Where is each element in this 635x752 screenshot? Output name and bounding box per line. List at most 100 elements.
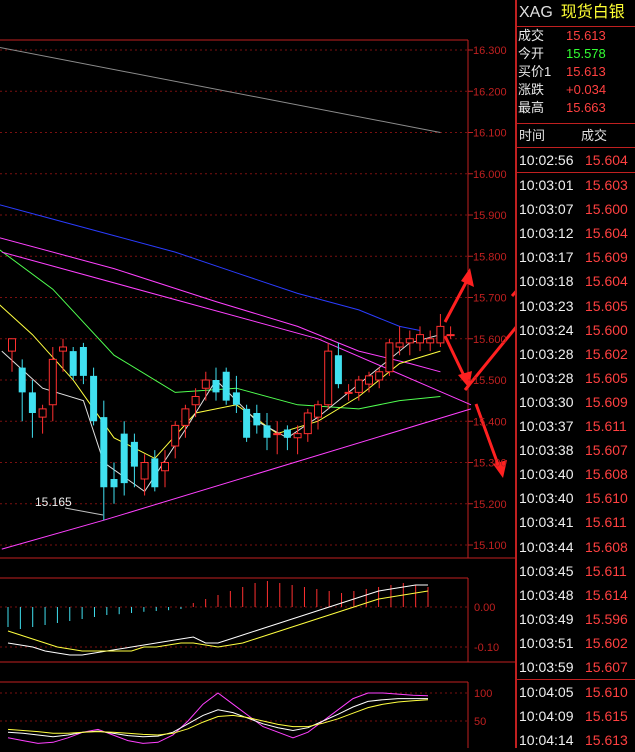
trades-list[interactable]: 10:02:56 15.604 10:03:01 15.603 10:03:07 15.6… [517, 148, 635, 752]
trade-price: 15.609 [585, 393, 628, 410]
kdj-tick-label: 100 [474, 688, 492, 700]
candle-body [314, 404, 322, 418]
quote-value: 15.613 [566, 28, 606, 43]
trade-row[interactable]: 10:03:40 15.608 [517, 462, 635, 486]
trade-row[interactable]: 10:03:45 15.611 [517, 559, 635, 583]
quote-value: 15.578 [566, 46, 606, 61]
trade-row[interactable]: 10:02:56 15.604 [517, 148, 635, 172]
candle-body [120, 433, 128, 484]
trade-time: 10:04:09 [519, 708, 574, 725]
trade-time: 10:03:23 [519, 297, 574, 314]
candle-body [48, 358, 57, 406]
trade-row[interactable]: 10:03:37 15.611 [517, 414, 635, 438]
trade-row[interactable]: 10:03:18 15.604 [517, 269, 635, 293]
trade-row[interactable]: 10:03:17 15.609 [517, 245, 635, 269]
y-tick-label: 15.100 [473, 540, 507, 552]
candle-body [446, 334, 455, 337]
candle-body [110, 479, 118, 488]
trade-row[interactable]: 10:03:38 15.607 [517, 438, 635, 462]
trade-row[interactable]: 10:03:49 15.596 [517, 607, 635, 631]
quote-value: 15.663 [566, 100, 606, 115]
trade-row[interactable]: 10:03:48 15.614 [517, 583, 635, 607]
y-tick-label: 15.900 [473, 210, 507, 222]
candle-body [79, 347, 87, 376]
trade-time: 10:03:49 [519, 610, 574, 627]
candle-body [263, 425, 271, 438]
trade-price: 15.605 [585, 297, 628, 314]
trade-row[interactable]: 10:03:24 15.600 [517, 318, 635, 342]
quote-panel: XAG 现货白银 成交 15.613 今开 15.578 买价1 15.613 涨跌 +0.03… [515, 0, 635, 748]
trade-row[interactable]: 10:03:28 15.605 [517, 366, 635, 390]
trade-price: 15.600 [585, 321, 628, 338]
trade-row[interactable]: 10:03:12 15.604 [517, 221, 635, 245]
candle-body [405, 338, 414, 344]
candle [90, 367, 98, 426]
trade-price: 15.602 [585, 634, 628, 651]
candle-body [38, 408, 47, 418]
symbol-name: 现货白银 [560, 4, 625, 21]
trade-row[interactable]: 10:03:28 15.602 [517, 342, 635, 366]
kdj-tick-label: 50 [474, 716, 486, 728]
candle-body [253, 413, 261, 426]
quote-label: 最高 [518, 100, 545, 115]
trade-row[interactable]: 10:03:30 15.609 [517, 390, 635, 414]
trade-time: 10:03:48 [519, 586, 574, 603]
trade-row[interactable]: 10:03:07 15.600 [517, 197, 635, 221]
candle [222, 367, 230, 405]
candle-body [222, 371, 230, 401]
candle-body [201, 379, 210, 389]
quote-row: 最高 15.663 [517, 99, 635, 117]
candle-body [273, 433, 282, 436]
trade-time: 10:03:51 [519, 634, 574, 651]
quote-value: 15.613 [566, 64, 606, 79]
trade-row[interactable]: 10:03:59 15.607 [517, 655, 635, 679]
trades-header: 时间 成交 [517, 123, 635, 148]
trade-row[interactable]: 10:03:01 15.603 [517, 173, 635, 197]
candle-body [90, 375, 98, 422]
trade-row[interactable]: 10:03:51 15.602 [517, 631, 635, 655]
candle-body [416, 334, 424, 344]
quote-row: 今开 15.578 [517, 45, 635, 63]
candle-body [140, 462, 149, 480]
trade-row[interactable]: 10:03:44 15.608 [517, 535, 635, 559]
candle-body [69, 351, 77, 376]
candle-body [28, 392, 36, 413]
trade-time: 10:03:37 [519, 418, 574, 435]
trade-time: 10:04:14 [519, 732, 574, 749]
candle-body [212, 380, 220, 393]
candle [243, 404, 251, 442]
trade-row[interactable]: 10:04:14 15.613 [517, 728, 635, 752]
trade-time: 10:03:17 [519, 249, 574, 266]
candle-body [232, 392, 240, 405]
candle-body [130, 441, 138, 467]
trade-row[interactable]: 10:03:23 15.605 [517, 294, 635, 318]
candle-body [171, 424, 180, 447]
candle-body [293, 433, 302, 439]
trade-time: 10:03:38 [519, 442, 574, 459]
quote-label: 买价1 [518, 64, 552, 79]
candle [324, 342, 333, 409]
y-tick-label: 15.800 [473, 251, 507, 263]
candle-body [365, 375, 373, 385]
trade-price: 15.596 [585, 610, 628, 627]
trade-price: 15.611 [585, 418, 627, 435]
candle-body [385, 342, 394, 373]
trade-time: 10:03:59 [519, 658, 574, 675]
y-tick-label: 15.700 [473, 293, 507, 305]
candle-body [191, 396, 200, 406]
trade-time: 10:03:30 [519, 393, 574, 410]
trade-row[interactable]: 10:03:40 15.610 [517, 486, 635, 510]
quote-list: 成交 15.613 今开 15.578 买价1 15.613 涨跌 +0.034 最高 15.66… [517, 27, 635, 117]
trade-row[interactable]: 10:04:05 15.610 [517, 680, 635, 704]
trade-price: 15.615 [585, 708, 628, 725]
trade-row[interactable]: 10:04:09 15.615 [517, 704, 635, 728]
candle [385, 338, 394, 376]
chart-area[interactable]: 15.165 16.300 16.200 16.100 16.000 15.900 15.… [0, 0, 515, 748]
trade-time: 10:04:05 [519, 684, 574, 701]
trade-price: 15.603 [585, 177, 628, 194]
trade-row[interactable]: 10:03:41 15.611 [517, 510, 635, 534]
quote-label: 今开 [518, 46, 545, 61]
trade-price: 15.613 [585, 732, 628, 749]
trade-time: 10:03:12 [519, 225, 574, 242]
y-tick-label: 15.200 [473, 499, 507, 511]
